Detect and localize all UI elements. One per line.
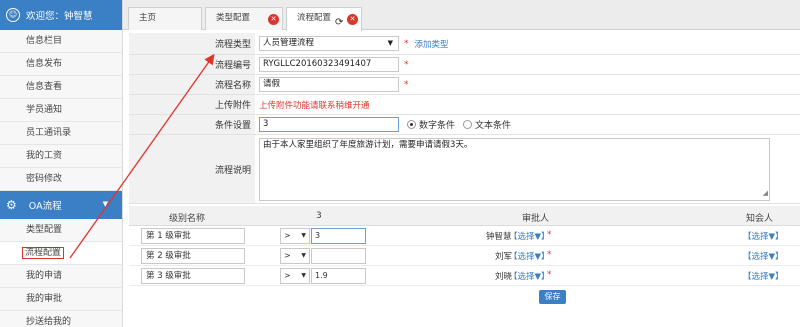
required-mark: * [404, 59, 409, 70]
highlight-box: 流程配置 [22, 247, 65, 259]
flow-form: 流程类型 人员管理流程 ▼ * 添加类型 流程编号 RYGLLC20160323… [129, 33, 800, 204]
sidebar-item-info-column[interactable]: 信息栏目 [0, 30, 122, 53]
sidebar-item-contacts[interactable]: 员工通讯录 [0, 122, 122, 145]
flow-type-label: 流程类型 [129, 33, 255, 54]
table-row: 第 3 级审批 > ▼ 1.9 刘晓 【选择▼】 * 【选择▼】 [129, 266, 800, 286]
operator-value: > [284, 251, 291, 260]
sidebar-item-password[interactable]: 密码修改 [0, 168, 122, 191]
sidebar-item-info-view[interactable]: 信息查看 [0, 76, 122, 99]
condition-value-input[interactable]: 1.9 [311, 268, 366, 284]
sidebar-group-label: OA流程 [28, 201, 62, 212]
approver-name: 钟智慧 [486, 232, 512, 242]
tab-home[interactable]: 主页 [128, 7, 202, 30]
chevron-down-icon: ▼ [387, 39, 393, 47]
chevron-down-icon: ▼ [301, 232, 306, 239]
row-flow-name: 流程名称 请假 * [129, 75, 800, 95]
condition-label: 条件设置 [129, 115, 255, 134]
operator-select[interactable]: > ▼ [280, 248, 310, 264]
operator-value: > [284, 231, 291, 240]
flow-code-label: 流程编号 [129, 55, 255, 74]
sidebar-group-oa[interactable]: ⚙ OA流程 ▼ [0, 191, 122, 219]
description-textarea[interactable]: 由于本人家里组织了年度旅游计划，需要申请请假3天。 ◢ [259, 138, 770, 201]
table-header: 级别名称 3 审批人 知会人 [129, 206, 800, 226]
resize-handle-icon[interactable]: ◢ [763, 187, 768, 200]
flow-name-input[interactable]: 请假 [259, 77, 399, 92]
tab-type-config[interactable]: 类型配置 ✕ [205, 7, 283, 30]
attachment-label: 上传附件 [129, 95, 255, 114]
tab-label: 流程配置 [297, 13, 332, 23]
chevron-down-icon: ▼ [102, 200, 108, 208]
chevron-down-icon: ▼ [301, 272, 306, 279]
save-button[interactable]: 保存 [539, 290, 566, 304]
col-level-name: 级别名称 [169, 214, 206, 224]
radio-text[interactable] [463, 120, 473, 129]
approver-pick-link[interactable]: 【选择▼】 [509, 250, 550, 262]
sidebar-item-my-approvals[interactable]: 我的审批 [0, 288, 122, 311]
operator-select[interactable]: > ▼ [280, 268, 310, 284]
notify-pick-link[interactable]: 【选择▼】 [743, 230, 784, 242]
row-flow-type: 流程类型 人员管理流程 ▼ * 添加类型 [129, 33, 800, 55]
operator-value: > [284, 271, 291, 280]
level-name-input[interactable]: 第 3 级审批 [141, 268, 245, 284]
attachment-note: 上传附件功能请联系稍维开通 [259, 100, 370, 111]
welcome-header: ☺ 欢迎您：钟智慧 [0, 0, 122, 30]
level-name-input[interactable]: 第 2 级审批 [141, 248, 245, 264]
col-approver: 审批人 [522, 214, 550, 224]
required-mark: * [547, 250, 552, 260]
gear-icon: ⚙ [6, 198, 17, 212]
tab-flow-config[interactable]: 流程配置 ⟳ ✕ [286, 7, 362, 31]
row-condition: 条件设置 3 数字条件 文本条件 [129, 115, 800, 135]
tab-label: 类型配置 [216, 13, 251, 23]
flow-code-input[interactable]: RYGLLC20160323491407 [259, 57, 399, 72]
col-condition: 3 [316, 211, 322, 221]
approval-table: 级别名称 3 审批人 知会人 第 1 级审批 > ▼ 3 钟智慧 【选择▼】 * … [129, 206, 800, 304]
sidebar-item-salary[interactable]: 我的工资 [0, 145, 122, 168]
close-icon[interactable]: ✕ [268, 14, 279, 25]
radio-numeric-label: 数字条件 [419, 121, 456, 131]
smiley-icon: ☺ [6, 8, 20, 22]
required-mark: * [404, 79, 409, 90]
tab-bar: 主页 类型配置 ✕ 流程配置 ⟳ ✕ [123, 0, 800, 31]
sidebar-item-my-applications[interactable]: 我的申请 [0, 265, 122, 288]
add-type-link[interactable]: 添加类型 [415, 38, 449, 50]
approver-pick-link[interactable]: 【选择▼】 [509, 270, 550, 282]
approver-pick-link[interactable]: 【选择▼】 [509, 230, 550, 242]
row-flow-code: 流程编号 RYGLLC20160323491407 * [129, 55, 800, 75]
radio-text-label: 文本条件 [475, 121, 512, 131]
sidebar-item-student-notice[interactable]: 学员通知 [0, 99, 122, 122]
radio-numeric[interactable] [407, 120, 416, 129]
col-notify: 知会人 [746, 214, 774, 224]
notify-pick-link[interactable]: 【选择▼】 [743, 250, 784, 262]
operator-select[interactable]: > ▼ [280, 228, 310, 244]
notify-pick-link[interactable]: 【选择▼】 [743, 270, 784, 282]
row-description: 流程说明 由于本人家里组织了年度旅游计划，需要申请请假3天。 ◢ [129, 135, 800, 204]
flow-type-value: 人员管理流程 [263, 38, 315, 48]
sidebar-item-type-config[interactable]: 类型配置 [0, 219, 122, 242]
close-icon[interactable]: ✕ [347, 14, 358, 25]
description-value: 由于本人家里组织了年度旅游计划，需要申请请假3天。 [263, 140, 473, 150]
refresh-icon[interactable]: ⟳ [335, 12, 343, 33]
required-mark: * [547, 270, 552, 280]
row-attachment: 上传附件 上传附件功能请联系稍维开通 [129, 95, 800, 115]
description-label: 流程说明 [129, 135, 255, 203]
sidebar: ☺ 欢迎您：钟智慧 信息栏目 信息发布 信息查看 学员通知 员工通讯录 我的工资… [0, 0, 123, 327]
sidebar-item-cc-to-me[interactable]: 抄送给我的 [0, 311, 122, 327]
table-row: 第 2 级审批 > ▼ 刘军 【选择▼】 * 【选择▼】 [129, 246, 800, 266]
condition-input[interactable]: 3 [259, 117, 399, 132]
chevron-down-icon: ▼ [301, 252, 306, 259]
condition-value-input[interactable]: 3 [311, 228, 366, 244]
condition-value-input[interactable] [311, 248, 366, 264]
welcome-text: 欢迎您：钟智慧 [26, 11, 93, 22]
required-mark: * [547, 230, 552, 240]
level-name-input[interactable]: 第 1 级审批 [141, 228, 245, 244]
required-mark: * [404, 38, 409, 49]
sidebar-item-info-publish[interactable]: 信息发布 [0, 53, 122, 76]
flow-type-select[interactable]: 人员管理流程 ▼ [259, 36, 399, 51]
table-row: 第 1 级审批 > ▼ 3 钟智慧 【选择▼】 * 【选择▼】 [129, 226, 800, 246]
flow-name-label: 流程名称 [129, 75, 255, 94]
sidebar-item-flow-config[interactable]: 流程配置 [0, 242, 122, 265]
tab-label: 主页 [139, 13, 157, 23]
